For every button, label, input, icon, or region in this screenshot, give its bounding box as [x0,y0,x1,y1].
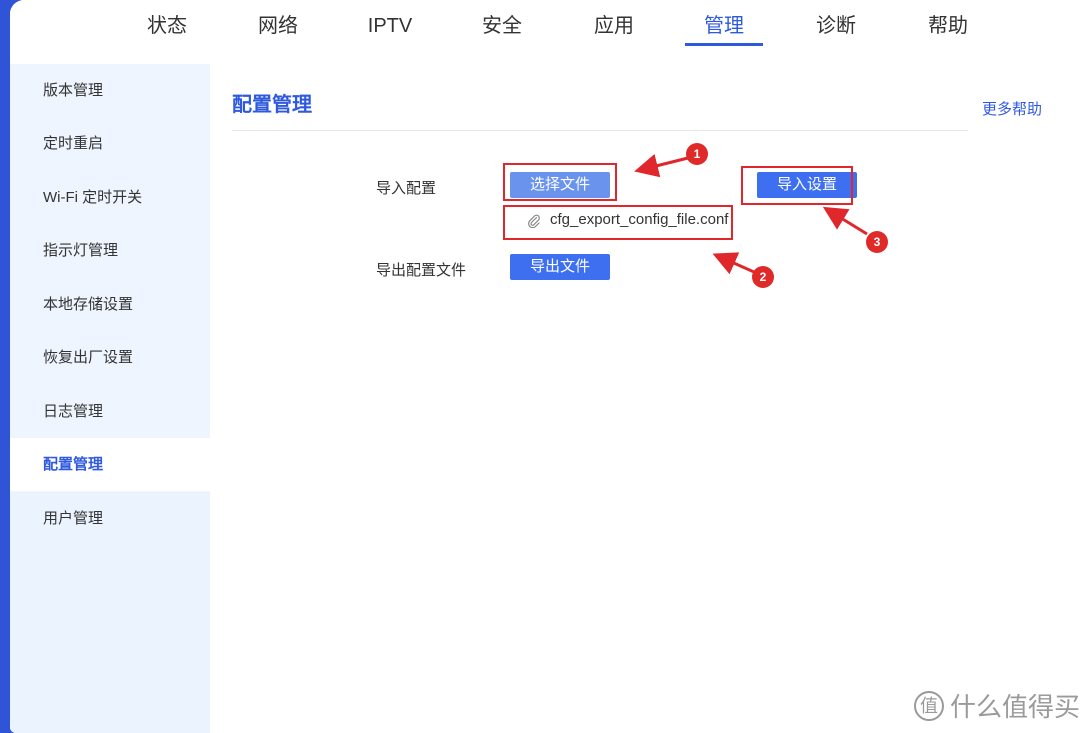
nav-tab-management[interactable]: 管理 [685,12,763,46]
export-file-button[interactable]: 导出文件 [510,254,610,280]
selected-file-name: cfg_export_config_file.conf [550,211,729,228]
choose-file-button[interactable]: 选择文件 [510,172,610,198]
import-config-label: 导入配置 [376,180,437,197]
sidebar-item-factory-reset[interactable]: 恢复出厂设置 [10,331,210,384]
nav-tab-security[interactable]: 安全 [462,12,542,46]
page-title: 配置管理 [232,94,312,116]
more-help-link[interactable]: 更多帮助 [982,98,1042,119]
title-divider [232,130,968,131]
nav-tab-apps[interactable]: 应用 [574,12,654,46]
sidebar-item-users[interactable]: 用户管理 [10,492,210,545]
top-navigation: 状态 网络 IPTV 安全 应用 管理 诊断 帮助 [10,0,1080,64]
sidebar-item-logs[interactable]: 日志管理 [10,385,210,438]
sidebar-item-version[interactable]: 版本管理 [10,64,210,117]
import-settings-button[interactable]: 导入设置 [757,172,857,198]
nav-tab-help[interactable]: 帮助 [908,12,988,46]
router-admin-window: 状态 网络 IPTV 安全 应用 管理 诊断 帮助 版本管理 定时重启 Wi-F… [10,0,1080,733]
watermark-text: 什么值得买 [950,692,1080,722]
nav-tab-status[interactable]: 状态 [127,12,207,46]
main-content: 配置管理 更多帮助 导入配置 选择文件 导入设置 cfg_export_conf… [210,64,1080,733]
sidebar: 版本管理 定时重启 Wi-Fi 定时开关 指示灯管理 本地存储设置 恢复出厂设置… [10,64,210,733]
export-config-label: 导出配置文件 [376,262,467,279]
annotation-badge-2: 2 [752,266,774,288]
nav-tab-network[interactable]: 网络 [238,12,318,46]
annotation-badge-3: 3 [866,231,888,253]
sidebar-item-storage[interactable]: 本地存储设置 [10,278,210,331]
sidebar-item-wifi-schedule[interactable]: Wi-Fi 定时开关 [10,171,210,224]
paperclip-icon [528,214,540,228]
sidebar-item-config[interactable]: 配置管理 [10,438,210,491]
watermark-logo-icon: 值 [914,691,944,721]
nav-tab-diagnostics[interactable]: 诊断 [796,12,876,46]
annotation-badge-1: 1 [686,143,708,165]
sidebar-item-scheduled-reboot[interactable]: 定时重启 [10,117,210,170]
nav-tab-iptv[interactable]: IPTV [350,12,430,46]
sidebar-item-led[interactable]: 指示灯管理 [10,224,210,277]
